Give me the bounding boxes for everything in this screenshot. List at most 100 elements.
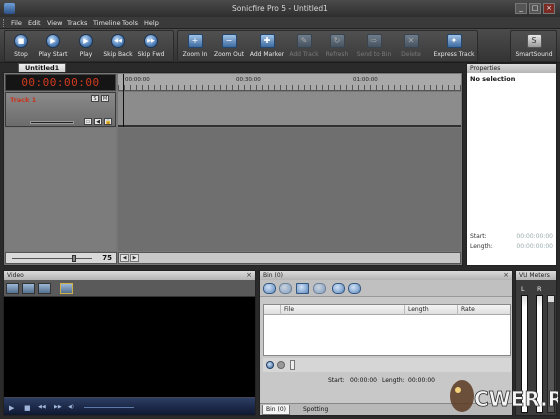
length-label: Length: — [470, 243, 493, 250]
track-name: Track 1 — [10, 96, 37, 104]
menu-edit[interactable]: Edit — [28, 19, 41, 27]
refresh-icon: ↻ — [329, 34, 345, 48]
track-mute-button[interactable]: M — [101, 95, 109, 102]
skip-back-icon: ◀◀ — [111, 34, 125, 48]
skip-fwd-icon: ▶▶ — [144, 34, 158, 48]
vu-scroll-thumb[interactable] — [548, 296, 554, 302]
close-icon[interactable]: × — [246, 271, 252, 280]
svg-text:CWER.RU: CWER.RU — [474, 387, 558, 411]
timeline-empty-area[interactable] — [118, 128, 461, 251]
ruler-tick: 00:00:00 — [125, 77, 150, 83]
menu-view[interactable]: View — [47, 19, 62, 27]
video-toolbar — [4, 280, 255, 297]
zoom-out-button[interactable]: − Zoom Out — [210, 34, 248, 58]
menu-tools[interactable]: Tools — [122, 19, 138, 27]
add-marker-button[interactable]: ✚ Add Marker — [248, 34, 286, 58]
bin-remove-icon[interactable] — [279, 283, 292, 294]
bin-rewind-icon[interactable] — [332, 283, 345, 294]
vu-left-label: L — [521, 285, 525, 293]
track-volume-slider[interactable] — [30, 121, 74, 124]
video-header: Video × — [4, 271, 255, 280]
bin-add-icon[interactable] — [263, 283, 276, 294]
bin-list-header: File Length Rate — [264, 305, 510, 315]
zoom-out-label: Zoom Out — [213, 51, 245, 58]
send-to-bin-button[interactable]: ⇨ Send to Bin — [355, 34, 393, 58]
menu-timeline[interactable]: Timeline — [93, 19, 121, 27]
video-volume-icon[interactable]: ◀) — [68, 404, 74, 410]
zoom-slider-track[interactable] — [12, 258, 92, 259]
timeline-ruler[interactable]: 00:00:00 00:30:00 01:00:00 — [118, 74, 461, 91]
add-marker-label: Add Marker — [249, 51, 285, 58]
column-header-file[interactable]: File — [280, 305, 294, 315]
bin-folder-icon[interactable] — [296, 283, 309, 294]
bin-title: Bin (0) — [263, 272, 283, 279]
timeline-panel: 00:00:00:00 00:00:00 00:30:00 01:00:00 T… — [3, 72, 463, 266]
video-fwd-button[interactable]: ▶▶ — [54, 404, 62, 410]
video-film-icon[interactable] — [38, 283, 51, 294]
video-stop-button[interactable]: ■ — [24, 404, 31, 412]
close-button[interactable]: × — [543, 3, 555, 14]
bin-preview-bar — [263, 358, 511, 372]
scroll-right-button[interactable]: ▶ — [130, 254, 139, 262]
column-header-rate[interactable]: Rate — [457, 305, 475, 315]
bin-file-list[interactable]: File Length Rate — [263, 304, 511, 356]
zoom-value: 75 — [102, 254, 112, 262]
bin-toolbar — [260, 280, 512, 297]
delete-button[interactable]: ✕ Delete — [392, 34, 430, 58]
title-bar: Sonicfire Pro 5 - Untitled1 _ □ × — [0, 0, 560, 17]
scroll-left-button[interactable]: ◀ — [120, 254, 129, 262]
preview-stop-button[interactable] — [277, 361, 285, 369]
tab-spotting[interactable]: Spotting — [300, 405, 331, 415]
smartsound-button[interactable]: S SmartSound — [513, 34, 555, 58]
track-expand-icon[interactable]: ▭ — [84, 118, 92, 125]
preview-play-button[interactable] — [266, 361, 274, 369]
zoom-slider-knob[interactable] — [72, 255, 76, 262]
video-clip-icon[interactable] — [22, 283, 35, 294]
play-start-icon: ▶ — [46, 34, 60, 48]
track-lane[interactable] — [118, 92, 461, 127]
video-title: Video — [7, 272, 24, 279]
timeline-scrollbar[interactable]: ◀ ▶ — [118, 252, 461, 264]
import-video-icon[interactable] — [6, 283, 19, 294]
smartsound-label: SmartSound — [515, 51, 553, 58]
column-header[interactable] — [264, 305, 280, 315]
add-track-icon: ✎ — [296, 34, 312, 48]
tab-bin[interactable]: Bin (0) — [262, 405, 290, 415]
video-play-button[interactable]: ▶ — [9, 404, 14, 412]
time-counter: 00:00:00:00 — [5, 74, 116, 91]
minimize-button[interactable]: _ — [515, 3, 527, 14]
ruler-marks — [118, 85, 461, 90]
preview-slider[interactable] — [290, 360, 295, 370]
close-icon[interactable]: × — [503, 271, 509, 280]
video-transport: ▶ ■ ◀◀ ▶▶ ◀) — [4, 397, 255, 415]
bin-start-value: 00:00:00 — [350, 377, 377, 384]
menu-help[interactable]: Help — [144, 19, 159, 27]
track-header[interactable]: Track 1 S M ▭ ◀ 🔒 — [5, 92, 116, 127]
transport-group: ■ Stop ▶ Play Start ▶ Play ◀◀ Skip Back … — [4, 30, 174, 62]
play-icon: ▶ — [79, 34, 93, 48]
maximize-button[interactable]: □ — [529, 3, 541, 14]
video-volume-slider[interactable] — [84, 407, 134, 408]
refresh-button[interactable]: ↻ Refresh — [318, 34, 356, 58]
skip-fwd-button[interactable]: ▶▶ Skip Fwd — [132, 34, 170, 58]
track-solo-button[interactable]: S — [91, 95, 99, 102]
express-track-button[interactable]: ✦ Express Track — [432, 34, 476, 58]
bin-move-icon[interactable] — [313, 283, 326, 294]
ruler-tick: 01:00:00 — [353, 77, 378, 83]
tab-untitled1[interactable]: Untitled1 — [18, 63, 67, 72]
menu-grip — [3, 19, 5, 27]
track-lock-icon[interactable]: 🔒 — [104, 118, 112, 125]
menu-tracks[interactable]: Tracks — [67, 19, 87, 27]
edit-group: + Zoom In − Zoom Out ✚ Add Marker ✎ Add … — [177, 30, 478, 62]
column-header-length[interactable]: Length — [404, 305, 429, 315]
playhead-line[interactable] — [123, 74, 124, 127]
zoom-in-button[interactable]: + Zoom In — [176, 34, 214, 58]
express-track-label: Express Track — [433, 51, 475, 58]
video-back-button[interactable]: ◀◀ — [38, 404, 46, 410]
bin-forward-icon[interactable] — [348, 283, 361, 294]
menu-file[interactable]: File — [11, 19, 22, 27]
skip-fwd-label: Skip Fwd — [137, 51, 165, 58]
track-speaker-icon[interactable]: ◀ — [94, 118, 102, 125]
delete-icon: ✕ — [403, 34, 419, 48]
video-display-icon[interactable] — [60, 283, 73, 294]
